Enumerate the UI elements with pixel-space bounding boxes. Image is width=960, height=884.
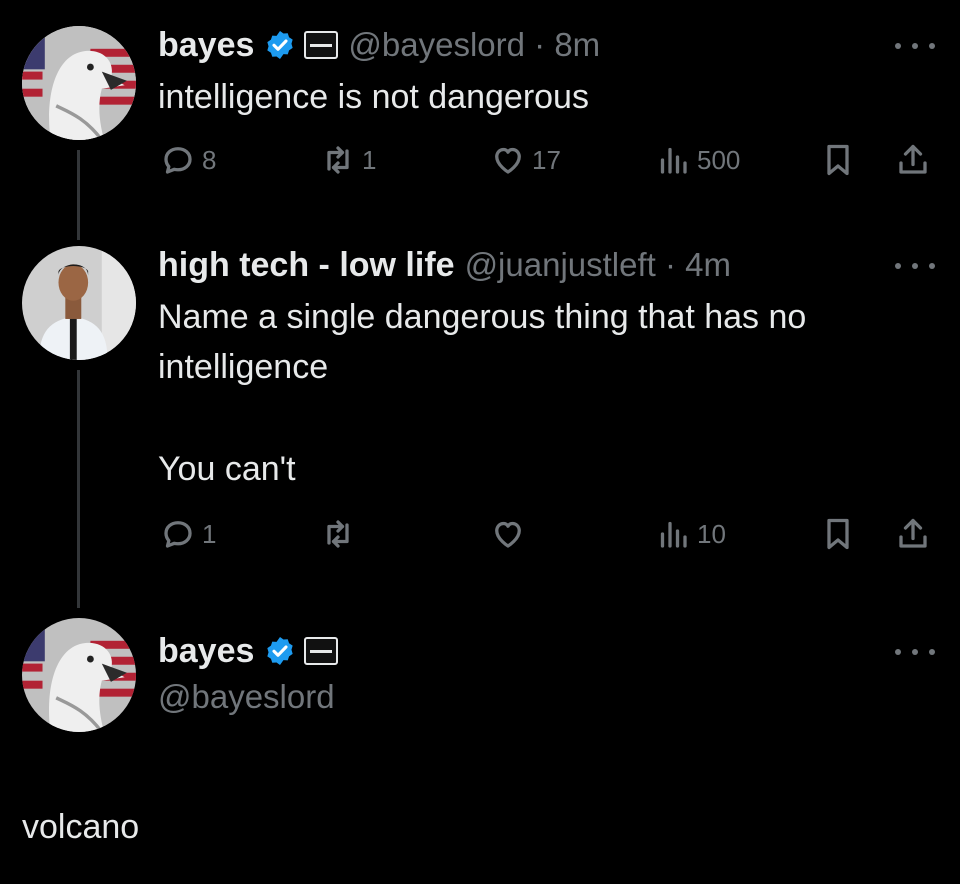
more-icon[interactable] xyxy=(895,642,935,662)
avatar-bayes[interactable] xyxy=(22,618,136,732)
like-count: 17 xyxy=(532,144,561,175)
like-button[interactable]: 17 xyxy=(490,142,561,178)
reply-button[interactable]: 1 xyxy=(160,516,216,552)
share-icon xyxy=(899,518,927,548)
tweet-1-header: bayes @bayeslord · 8m xyxy=(158,22,600,68)
reply-count: 1 xyxy=(202,518,217,549)
tweet-text-line-3: You can't xyxy=(158,450,296,488)
views-button[interactable]: 500 xyxy=(655,142,740,178)
eagle-flag-avatar-image xyxy=(22,26,136,140)
bookmark-icon xyxy=(827,518,849,550)
views-icon xyxy=(660,521,687,548)
handle-and-time[interactable]: @bayeslord · 8m xyxy=(348,26,600,64)
handle[interactable]: @bayeslord xyxy=(158,678,335,716)
views-icon xyxy=(660,147,687,174)
retweet-count: 1 xyxy=(362,144,377,175)
views-button[interactable]: 10 xyxy=(655,516,726,552)
avatar-juanjustleft[interactable] xyxy=(22,246,136,360)
tweet-3-name-row: bayes xyxy=(158,628,339,674)
thread-line xyxy=(77,150,80,240)
share-icon xyxy=(899,144,927,174)
views-count: 10 xyxy=(697,518,726,549)
tweet-text-line-1: Name a single dangerous thing that has n… xyxy=(158,298,807,336)
bookmark-button[interactable] xyxy=(820,142,856,178)
tweet-text-line-2: intelligence xyxy=(158,348,329,386)
eagle-flag-avatar-image xyxy=(22,618,136,732)
affiliate-badge-icon[interactable] xyxy=(304,31,339,59)
tweet-2-header: high tech - low life @juanjustleft · 4m xyxy=(158,240,731,290)
share-button[interactable] xyxy=(895,142,931,178)
verified-icon xyxy=(267,31,294,59)
bookmark-button[interactable] xyxy=(820,516,856,552)
bookmark-icon xyxy=(827,144,849,176)
more-icon[interactable] xyxy=(895,256,935,276)
reply-icon xyxy=(164,521,192,548)
thread-line xyxy=(77,370,80,608)
verified-icon xyxy=(267,637,294,665)
views-count: 500 xyxy=(697,144,741,175)
tweet-text: intelligence is not dangerous xyxy=(158,78,589,116)
more-icon[interactable] xyxy=(895,36,935,56)
reply-icon xyxy=(164,147,192,174)
retweet-icon xyxy=(327,146,349,174)
avatar-bayes[interactable] xyxy=(22,26,136,140)
share-button[interactable] xyxy=(895,516,931,552)
display-name[interactable]: bayes xyxy=(158,632,254,671)
reply-button[interactable]: 8 xyxy=(160,142,216,178)
reply-count: 8 xyxy=(202,144,217,175)
retweet-button[interactable] xyxy=(320,516,356,552)
retweet-icon xyxy=(327,520,349,548)
display-name[interactable]: high tech - low life xyxy=(158,246,455,285)
handle-and-time[interactable]: @juanjustleft · 4m xyxy=(465,246,731,284)
tweet-text: volcano xyxy=(22,808,140,846)
like-icon xyxy=(495,147,521,174)
retweet-button[interactable]: 1 xyxy=(320,142,376,178)
display-name[interactable]: bayes xyxy=(158,26,254,65)
like-button[interactable] xyxy=(490,516,526,552)
like-icon xyxy=(495,521,521,548)
person-avatar-image xyxy=(22,246,136,360)
affiliate-badge-icon[interactable] xyxy=(304,637,339,665)
